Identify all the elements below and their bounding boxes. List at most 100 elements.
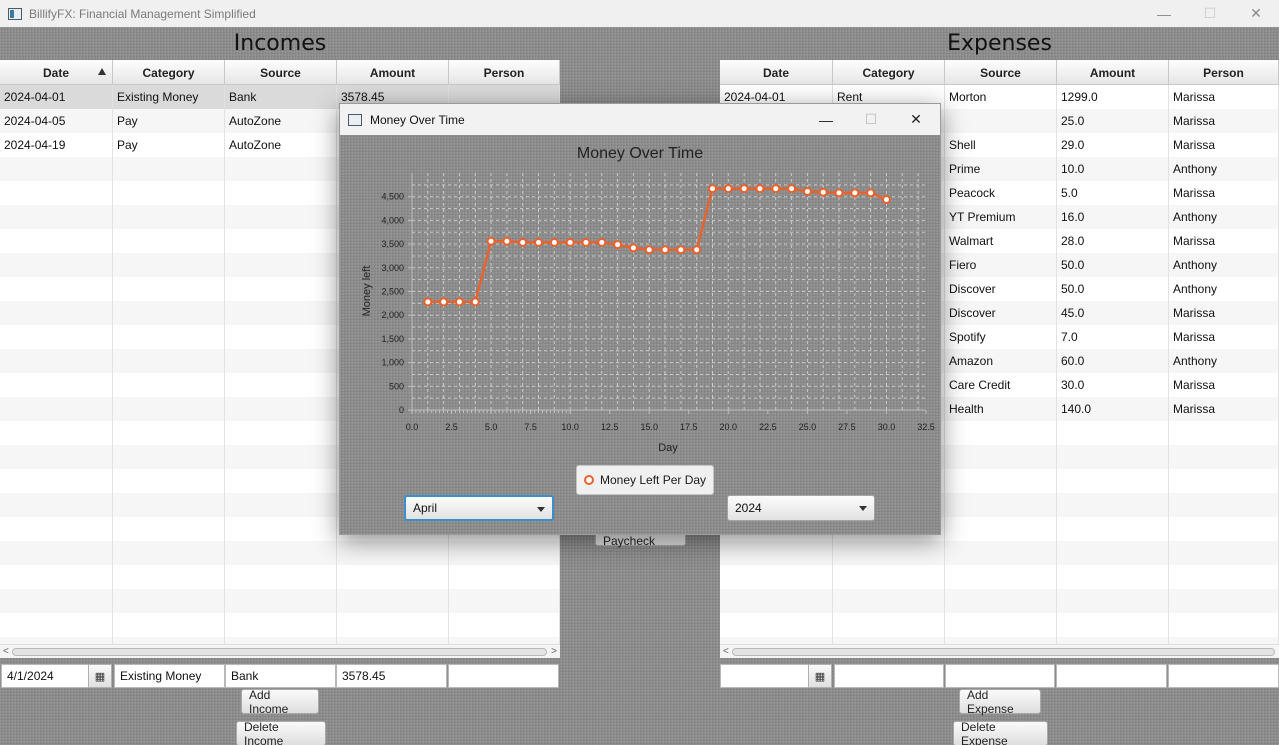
table-cell xyxy=(1169,565,1279,589)
scrollbar-thumb[interactable] xyxy=(732,648,1275,656)
chart-data-point xyxy=(549,237,559,247)
table-cell: Fiero xyxy=(945,253,1057,277)
column-header-person[interactable]: Person xyxy=(449,60,560,85)
table-cell xyxy=(1057,565,1169,589)
chart-y-tick-label: 500 xyxy=(389,381,404,391)
table-cell xyxy=(1169,541,1279,565)
table-row[interactable] xyxy=(0,541,560,565)
chart-y-tick-label: 2,500 xyxy=(381,287,404,297)
expense-person-field[interactable] xyxy=(1168,664,1279,688)
incomes-title: Incomes xyxy=(233,31,327,56)
table-cell xyxy=(113,589,225,613)
money-over-time-dialog[interactable]: Money Over Time — ☐ ✕ Money Over Time Mo… xyxy=(339,103,941,535)
income-category-field[interactable]: Existing Money xyxy=(114,664,225,688)
table-cell: Peacock xyxy=(945,181,1057,205)
column-header-person[interactable]: Person xyxy=(1169,60,1279,85)
column-header-category[interactable]: Category xyxy=(113,60,225,85)
table-cell xyxy=(225,445,337,469)
table-cell: Anthony xyxy=(1169,157,1279,181)
calendar-icon[interactable]: ▦ xyxy=(88,664,112,688)
chart-data-point xyxy=(470,297,480,307)
expense-source-field[interactable] xyxy=(945,664,1055,688)
delete-income-button[interactable]: Delete Income xyxy=(236,720,326,745)
column-header-amount[interactable]: Amount xyxy=(337,60,449,85)
table-row[interactable] xyxy=(720,613,1279,637)
chart-x-axis-label: Day xyxy=(658,442,678,454)
chart-series-line xyxy=(427,187,887,304)
close-button[interactable]: ✕ xyxy=(1233,0,1279,27)
table-cell xyxy=(113,325,225,349)
table-cell xyxy=(225,205,337,229)
add-income-button[interactable]: Add Income xyxy=(241,688,319,716)
delete-expense-button[interactable]: Delete Expense xyxy=(953,720,1048,745)
dialog-maximize-button[interactable]: ☐ xyxy=(848,104,894,135)
table-cell: 5.0 xyxy=(1057,181,1169,205)
table-cell xyxy=(225,613,337,637)
chart-data-point xyxy=(423,297,433,307)
table-cell: YT Premium xyxy=(945,205,1057,229)
scroll-right-icon[interactable]: > xyxy=(551,646,557,657)
table-cell: Marissa xyxy=(1169,133,1279,157)
dialog-close-button[interactable]: ✕ xyxy=(893,104,939,135)
income-person-field[interactable] xyxy=(448,664,559,688)
table-cell xyxy=(225,397,337,421)
table-cell xyxy=(0,541,113,565)
table-cell xyxy=(0,205,113,229)
maximize-button[interactable]: ☐ xyxy=(1187,0,1233,27)
table-cell xyxy=(1057,589,1169,613)
income-date-field[interactable]: 4/1/2024 xyxy=(1,664,89,688)
table-cell: Anthony xyxy=(1169,253,1279,277)
dialog-titlebar[interactable]: Money Over Time — ☐ ✕ xyxy=(340,104,940,135)
chart-x-tick-label: 27.5 xyxy=(838,422,856,432)
income-source-field[interactable]: Bank xyxy=(225,664,336,688)
table-row[interactable] xyxy=(0,589,560,613)
expense-amount-field[interactable] xyxy=(1056,664,1167,688)
chart-x-tick-label: 0.0 xyxy=(406,422,419,432)
table-row[interactable] xyxy=(720,589,1279,613)
table-cell: Pay xyxy=(113,109,225,133)
chart-x-tick-label: 22.5 xyxy=(759,422,777,432)
table-cell xyxy=(720,541,833,565)
add-expense-button[interactable]: Add Expense xyxy=(959,688,1041,716)
table-cell xyxy=(225,157,337,181)
table-cell: Marissa xyxy=(1169,85,1279,109)
year-select[interactable]: 2024 xyxy=(727,495,875,521)
expenses-table-header: Date Category Source Amount Person xyxy=(720,60,1279,85)
chart-legend: Money Left Per Day xyxy=(576,465,715,495)
table-cell xyxy=(225,589,337,613)
minimize-button[interactable]: — xyxy=(1141,0,1187,27)
dialog-minimize-button[interactable]: — xyxy=(803,104,849,135)
sort-ascending-icon xyxy=(98,68,106,75)
table-cell xyxy=(0,445,113,469)
column-header-category[interactable]: Category xyxy=(833,60,945,85)
column-header-source[interactable]: Source xyxy=(225,60,337,85)
table-row[interactable] xyxy=(0,613,560,637)
table-cell xyxy=(0,325,113,349)
income-amount-field[interactable]: 3578.45 xyxy=(336,664,447,688)
column-header-date[interactable]: Date xyxy=(0,60,113,85)
incomes-horizontal-scrollbar[interactable]: < > xyxy=(0,644,560,658)
scrollbar-thumb[interactable] xyxy=(12,648,547,656)
table-cell xyxy=(225,229,337,253)
scroll-left-icon[interactable]: < xyxy=(723,646,729,657)
table-row[interactable] xyxy=(0,565,560,589)
scroll-left-icon[interactable]: < xyxy=(3,646,9,657)
column-header-date[interactable]: Date xyxy=(720,60,833,85)
table-row[interactable] xyxy=(720,541,1279,565)
table-cell xyxy=(225,181,337,205)
table-cell xyxy=(225,565,337,589)
table-cell xyxy=(113,253,225,277)
month-select[interactable]: April xyxy=(404,495,554,521)
expense-date-field[interactable] xyxy=(720,664,809,688)
expense-category-field[interactable] xyxy=(834,664,944,688)
expenses-horizontal-scrollbar[interactable]: < xyxy=(720,644,1279,658)
table-cell xyxy=(945,493,1057,517)
calendar-icon[interactable]: ▦ xyxy=(808,664,832,688)
column-header-amount[interactable]: Amount xyxy=(1057,60,1169,85)
table-row[interactable] xyxy=(720,565,1279,589)
table-cell xyxy=(0,397,113,421)
table-cell: 30.0 xyxy=(1057,373,1169,397)
table-cell: 2024-04-05 xyxy=(0,109,113,133)
table-cell: Bank xyxy=(225,85,337,109)
column-header-source[interactable]: Source xyxy=(945,60,1057,85)
